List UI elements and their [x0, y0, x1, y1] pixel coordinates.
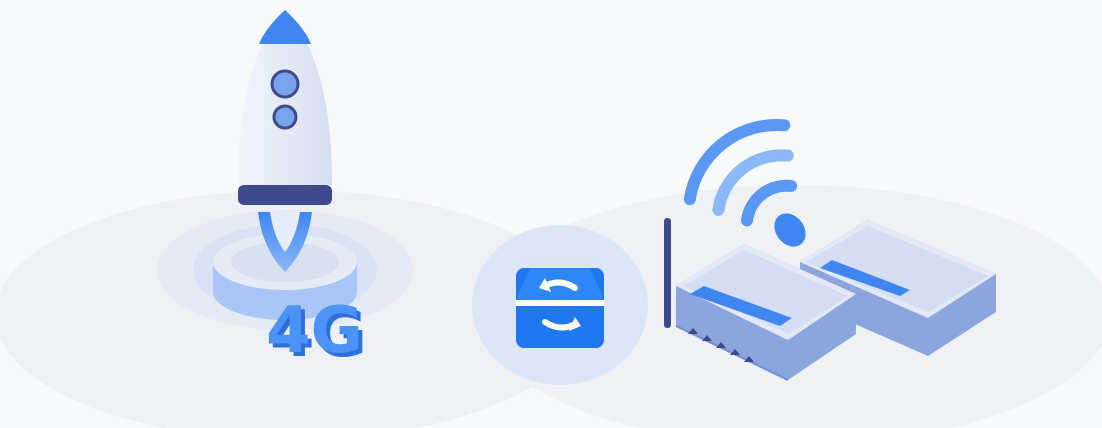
illustration-svg: 4G 4G	[0, 10, 1102, 428]
network-4g-icon: 4G 4G	[266, 294, 367, 372]
badge-4g: 4G	[266, 294, 363, 368]
sync-box-icon	[516, 268, 604, 348]
rocket-icon	[157, 10, 413, 330]
illustration-stage: 4G 4G	[0, 0, 1102, 428]
